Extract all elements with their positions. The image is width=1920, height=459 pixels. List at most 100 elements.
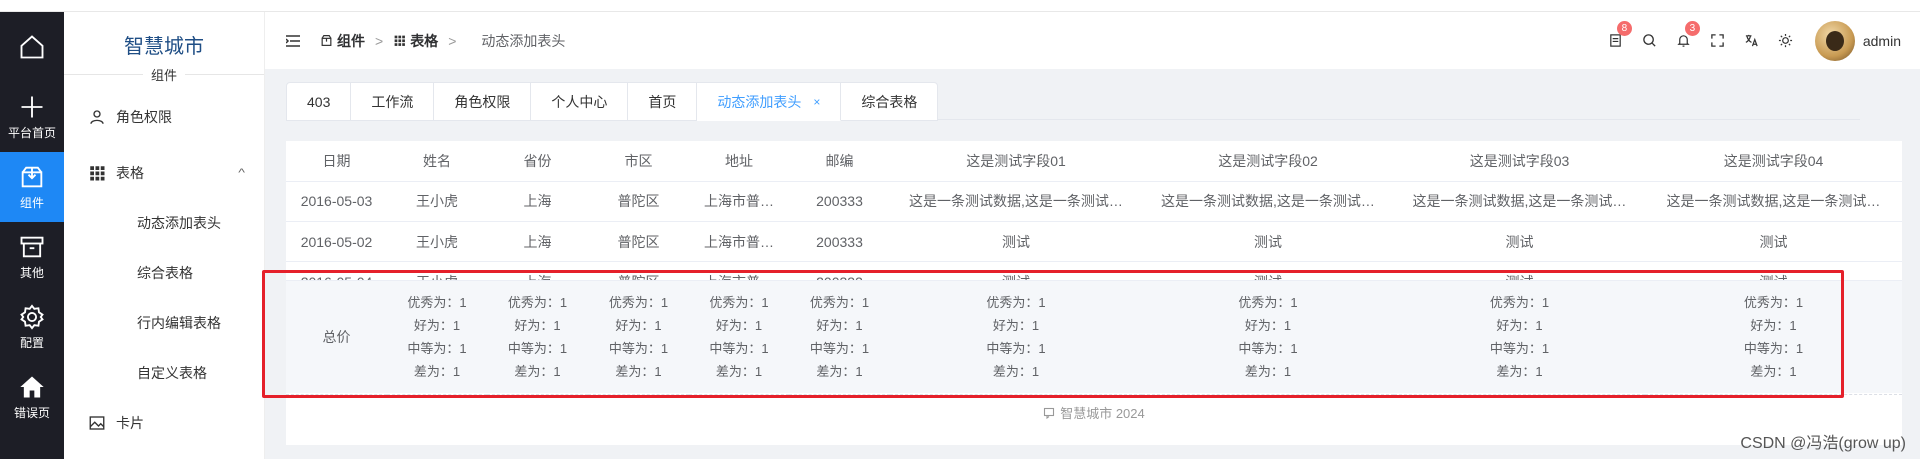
column-header[interactable]: 这是测试字段03: [1394, 141, 1645, 182]
tab-403[interactable]: 403: [286, 82, 352, 121]
section-title-label: 组件: [151, 68, 178, 83]
rail-components[interactable]: 组件: [0, 152, 64, 222]
tab-label: 工作流: [371, 93, 414, 110]
summary-line: 中等为：1: [1489, 341, 1550, 357]
tab-complex-table[interactable]: 综合表格: [841, 82, 939, 121]
summary-line: 中等为：1: [1238, 341, 1298, 357]
notifications-button[interactable]: 3: [1667, 21, 1701, 48]
notifications-badge: 3: [1684, 21, 1700, 36]
sidebar-subitem-custom-table[interactable]: 自定义表格: [64, 348, 264, 398]
top-header: 组件 > 表格 > 动态添加表头 8 3 admin: [265, 12, 1920, 69]
translate-icon: [1745, 34, 1759, 47]
column-header[interactable]: 这是测试字段02: [1142, 141, 1394, 182]
user-icon: [90, 110, 104, 124]
summary-line: 优秀为：1: [507, 295, 568, 311]
rail-home[interactable]: [0, 12, 64, 82]
close-icon[interactable]: ×: [813, 95, 820, 109]
breadcrumb-separator: >: [448, 32, 457, 49]
sidebar: 智慧城市 组件 角色权限 表格 ^ 动态添加表头 综合表格 行内编辑表格 自定义…: [64, 12, 265, 459]
table-row[interactable]: 2016-05-02 王小虎 上海 普陀区 上海市普… 200333 测试 测试 测试 测试: [286, 221, 1902, 262]
breadcrumb-current: 动态添加表头: [481, 32, 566, 49]
summary-line: 优秀为：1: [709, 295, 769, 311]
tab-role-permission[interactable]: 角色权限: [434, 82, 532, 121]
package-icon: [21, 166, 43, 188]
chevron-up-icon: ^: [238, 167, 245, 179]
sidebar-item-role-permission[interactable]: 角色权限: [64, 92, 264, 142]
table-cell: 普陀区: [588, 181, 689, 222]
breadcrumb-item[interactable]: 组件: [320, 31, 365, 51]
rail-config[interactable]: 配置: [0, 292, 64, 362]
grid-icon: [90, 166, 105, 181]
theme-button[interactable]: [1769, 33, 1803, 48]
table-cell: 测试: [1645, 221, 1902, 262]
rail-error-pages[interactable]: 错误页: [0, 362, 64, 432]
tab-label: 动态添加表头: [717, 93, 802, 110]
column-header[interactable]: 日期: [286, 141, 387, 182]
table-row[interactable]: 2016-05-03 王小虎 上海 普陀区 上海市普… 200333 这是一条测试数据,这是…: [286, 181, 1902, 222]
fullscreen-button[interactable]: [1701, 33, 1735, 48]
tab-dynamic-header[interactable]: 动态添加表头 ×: [697, 82, 842, 121]
tab-home[interactable]: 首页: [628, 82, 698, 121]
search-button[interactable]: [1633, 33, 1667, 48]
column-header[interactable]: 省份: [487, 141, 588, 182]
page-tabs: 403 工作流 角色权限 个人中心 首页 动态添加表头 × 综合表格: [286, 82, 1860, 121]
avatar[interactable]: [1814, 20, 1855, 61]
summary-line: 中等为：1: [1743, 341, 1804, 357]
summary-line: 好为：1: [816, 318, 863, 334]
table-cell: 上海: [487, 221, 588, 262]
copyright-text: 智慧城市 2024: [1060, 406, 1145, 421]
sun-icon: [1779, 33, 1793, 48]
tab-profile[interactable]: 个人中心: [531, 82, 629, 121]
breadcrumb: 组件 > 表格 > 动态添加表头: [320, 31, 565, 51]
sidebar-item-label: 角色权限: [116, 109, 172, 125]
breadcrumb-label: 表格: [410, 32, 439, 49]
rail-label: 配置: [19, 336, 44, 350]
summary-line: 中等为：1: [507, 341, 568, 357]
copyright-icon: [1044, 407, 1055, 419]
summary-line: 差为：1: [992, 364, 1040, 380]
summary-line: 好为：1: [413, 318, 461, 334]
summary-cell: 优秀为：1 好为：1 中等为：1 差为：1: [689, 281, 789, 395]
table-cell: 2016-05-02: [286, 221, 387, 262]
tab-workflow[interactable]: 工作流: [351, 82, 435, 121]
summary-line: 差为：1: [816, 364, 863, 380]
column-header[interactable]: 姓名: [387, 141, 487, 182]
data-table-body: 2016-05-03 王小虎 上海 普陀区 上海市普… 200333 这是一条测试数据,这是…: [286, 181, 1902, 287]
username[interactable]: admin: [1863, 33, 1901, 49]
summary-line: 差为：1: [715, 364, 763, 380]
tab-label: 403: [307, 93, 331, 110]
table-cell: 上海市普…: [689, 181, 789, 222]
table-cell: 测试: [1394, 221, 1645, 262]
column-header[interactable]: 地址: [689, 141, 789, 182]
header-actions: 8 3 admin: [1599, 12, 1920, 69]
table-body-scroll[interactable]: 2016-05-03 王小虎 上海 普陀区 上海市普… 200333 这是一条测试数据,这是…: [286, 181, 1902, 287]
language-button[interactable]: [1735, 33, 1769, 48]
image-icon: [89, 416, 105, 430]
rail-platform-home[interactable]: 平台首页: [0, 82, 64, 152]
rail-label: 平台首页: [7, 126, 56, 140]
sidebar-subitem-complex-table[interactable]: 综合表格: [64, 248, 264, 298]
sidebar-item-table[interactable]: 表格 ^: [64, 148, 264, 198]
sidebar-subitem-inline-edit-table[interactable]: 行内编辑表格: [64, 298, 264, 348]
copyright: 智慧城市 2024: [286, 403, 1902, 422]
table-cell: 测试: [890, 221, 1142, 262]
sidebar-subitem-dynamic-header[interactable]: 动态添加表头: [64, 198, 264, 248]
column-header[interactable]: 市区: [588, 141, 689, 182]
rail-other[interactable]: 其他: [0, 222, 64, 292]
sidebar-item-card[interactable]: 卡片: [64, 398, 264, 448]
summary-line: 优秀为：1: [809, 295, 870, 311]
house-filled-icon: [20, 376, 44, 398]
tab-label: 综合表格: [861, 93, 918, 110]
column-header[interactable]: 这是测试字段01: [890, 141, 1142, 182]
messages-button[interactable]: 8: [1599, 21, 1633, 48]
summary-line: 中等为：1: [986, 341, 1046, 357]
header-row: 日期 姓名 省份 市区 地址 邮编 这是测试字段01 这是测试字段02 这是测试…: [286, 141, 1902, 182]
menu-toggle-icon[interactable]: [286, 34, 300, 47]
summary-line: 差为：1: [514, 364, 561, 380]
breadcrumb-item[interactable]: 表格: [393, 31, 438, 51]
summary-line: 优秀为：1: [608, 295, 669, 311]
gear-icon: [20, 304, 44, 330]
column-header[interactable]: 邮编: [789, 141, 890, 182]
table-card: 日期 姓名 省份 市区 地址 邮编 这是测试字段01 这是测试字段02 这是测试…: [286, 141, 1902, 445]
column-header[interactable]: 这是测试字段04: [1645, 141, 1902, 182]
